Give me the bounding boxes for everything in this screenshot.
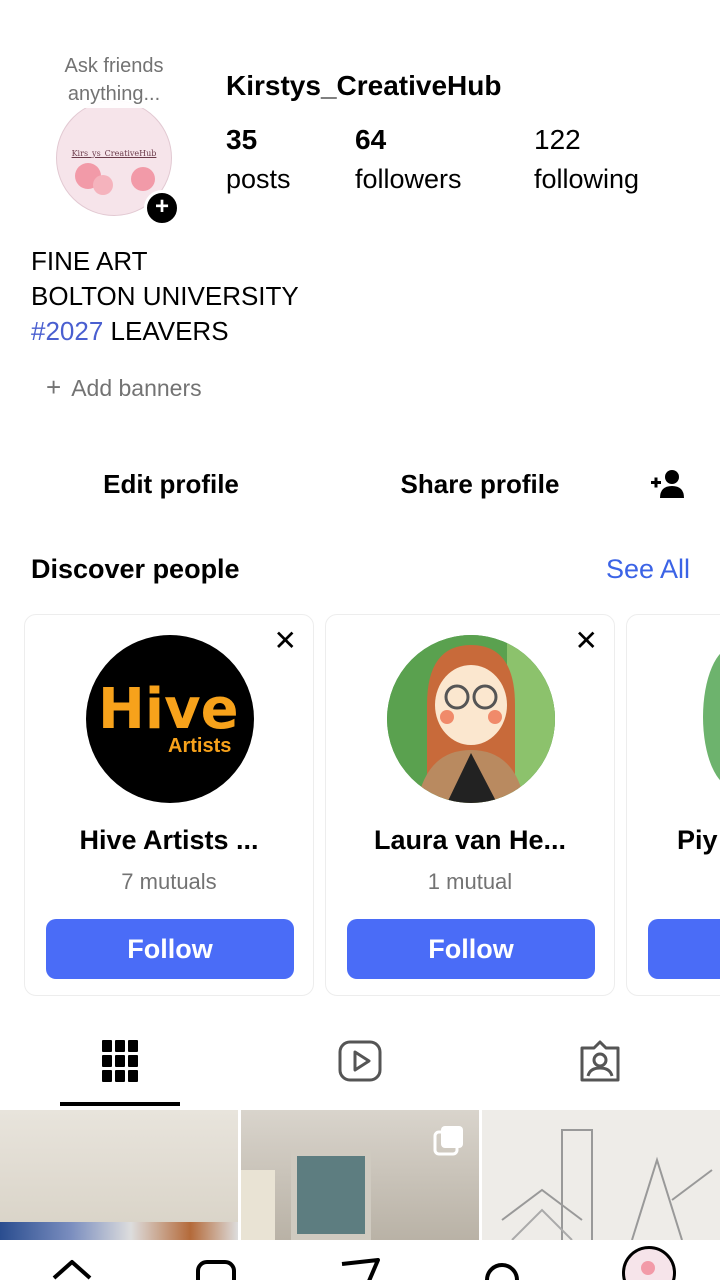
bio-hashtag[interactable]: #2027 bbox=[31, 316, 103, 346]
bio-line-2: BOLTON UNIVERSITY bbox=[31, 281, 299, 311]
profile-bio: FINE ART BOLTON UNIVERSITY #2027 LEAVERS bbox=[31, 244, 299, 349]
see-all-link[interactable]: See All bbox=[606, 554, 690, 585]
tab-tagged[interactable] bbox=[480, 1030, 720, 1106]
close-icon[interactable]: ✕ bbox=[274, 627, 297, 655]
profile-avatar-detail bbox=[641, 1261, 655, 1275]
tab-posts-grid[interactable] bbox=[0, 1030, 240, 1106]
profile-picture-caption: Kirs_ys_CreativeHub bbox=[71, 149, 157, 158]
add-person-icon[interactable] bbox=[648, 468, 688, 500]
suggestion-mutuals: 7 mutuals bbox=[121, 869, 217, 894]
share-profile-button[interactable]: Share profile bbox=[360, 458, 600, 510]
suggestion-name[interactable]: Hive Artists ... bbox=[25, 825, 313, 856]
posts-grid bbox=[0, 1110, 720, 1240]
post-thumbnail-detail bbox=[241, 1170, 275, 1240]
follow-button[interactable]: Follow bbox=[347, 919, 595, 979]
bio-line-3: #2027 LEAVERS bbox=[31, 314, 299, 349]
close-icon[interactable]: ✕ bbox=[575, 627, 598, 655]
followers-label: followers bbox=[355, 164, 462, 194]
following-stat[interactable]: 122 following bbox=[534, 124, 639, 195]
carousel-icon bbox=[433, 1126, 463, 1156]
bottom-navigation bbox=[0, 1242, 720, 1280]
suggestion-avatar[interactable] bbox=[387, 635, 555, 803]
suggestion-name[interactable]: Laura van He... bbox=[326, 825, 614, 856]
suggestion-mutuals: 1 mutual bbox=[427, 869, 513, 894]
profile-tabs bbox=[0, 1030, 720, 1106]
active-tab-indicator bbox=[60, 1102, 180, 1106]
suggestion-card[interactable]: Piy bbox=[626, 614, 720, 996]
post-thumbnail-detail bbox=[291, 1150, 371, 1240]
suggestion-name[interactable]: Piy bbox=[677, 825, 718, 856]
add-banners-label: Add banners bbox=[71, 375, 202, 401]
bio-line-3-text: LEAVERS bbox=[103, 316, 229, 346]
search-icon[interactable] bbox=[478, 1248, 526, 1280]
sketch-drawing bbox=[501, 1129, 713, 1240]
home-icon[interactable] bbox=[48, 1248, 96, 1280]
add-banners-button[interactable]: + Add banners bbox=[46, 372, 202, 403]
reels-icon bbox=[338, 1040, 382, 1082]
followers-count: 64 bbox=[355, 124, 387, 155]
following-count: 122 bbox=[534, 124, 581, 155]
hive-logo-text: Hive bbox=[98, 677, 239, 742]
posts-count: 35 bbox=[226, 124, 258, 155]
edit-profile-button[interactable]: Edit profile bbox=[60, 458, 282, 510]
post-thumbnail[interactable] bbox=[482, 1110, 720, 1240]
suggestion-avatar[interactable] bbox=[703, 647, 720, 787]
hive-logo-subtext: Artists bbox=[168, 735, 232, 757]
suggestion-card[interactable]: ✕ Laura van He... 1 mutual Follow bbox=[325, 614, 615, 996]
posts-stat[interactable]: 35 posts bbox=[226, 124, 291, 195]
messages-icon[interactable] bbox=[336, 1248, 384, 1280]
bio-line-1: FINE ART bbox=[31, 246, 148, 276]
following-label: following bbox=[534, 164, 640, 194]
plus-icon: + bbox=[46, 372, 62, 402]
profile-avatar[interactable] bbox=[622, 1246, 676, 1280]
follow-button[interactable] bbox=[648, 919, 720, 979]
plus-icon: + bbox=[154, 193, 169, 220]
reels-icon[interactable] bbox=[192, 1248, 240, 1280]
suggestion-avatar[interactable]: Hive Artists bbox=[86, 635, 254, 803]
tab-reels[interactable] bbox=[240, 1030, 480, 1106]
suggestion-card[interactable]: ✕ Hive Artists Hive Artists ... 7 mutual… bbox=[24, 614, 314, 996]
tagged-icon bbox=[580, 1040, 620, 1082]
post-thumbnail[interactable] bbox=[241, 1110, 479, 1240]
followers-stat[interactable]: 64 followers bbox=[355, 124, 462, 195]
grid-icon bbox=[102, 1040, 138, 1082]
post-thumbnail[interactable] bbox=[0, 1110, 238, 1240]
discover-people-title: Discover people bbox=[31, 554, 240, 584]
profile-note[interactable]: Ask friends anything... bbox=[58, 52, 170, 108]
post-thumbnail-detail bbox=[0, 1222, 238, 1240]
follow-button[interactable]: Follow bbox=[46, 919, 294, 979]
profile-username: Kirstys_CreativeHub bbox=[226, 70, 502, 101]
posts-label: posts bbox=[226, 164, 291, 194]
add-story-button[interactable]: + bbox=[144, 190, 180, 226]
